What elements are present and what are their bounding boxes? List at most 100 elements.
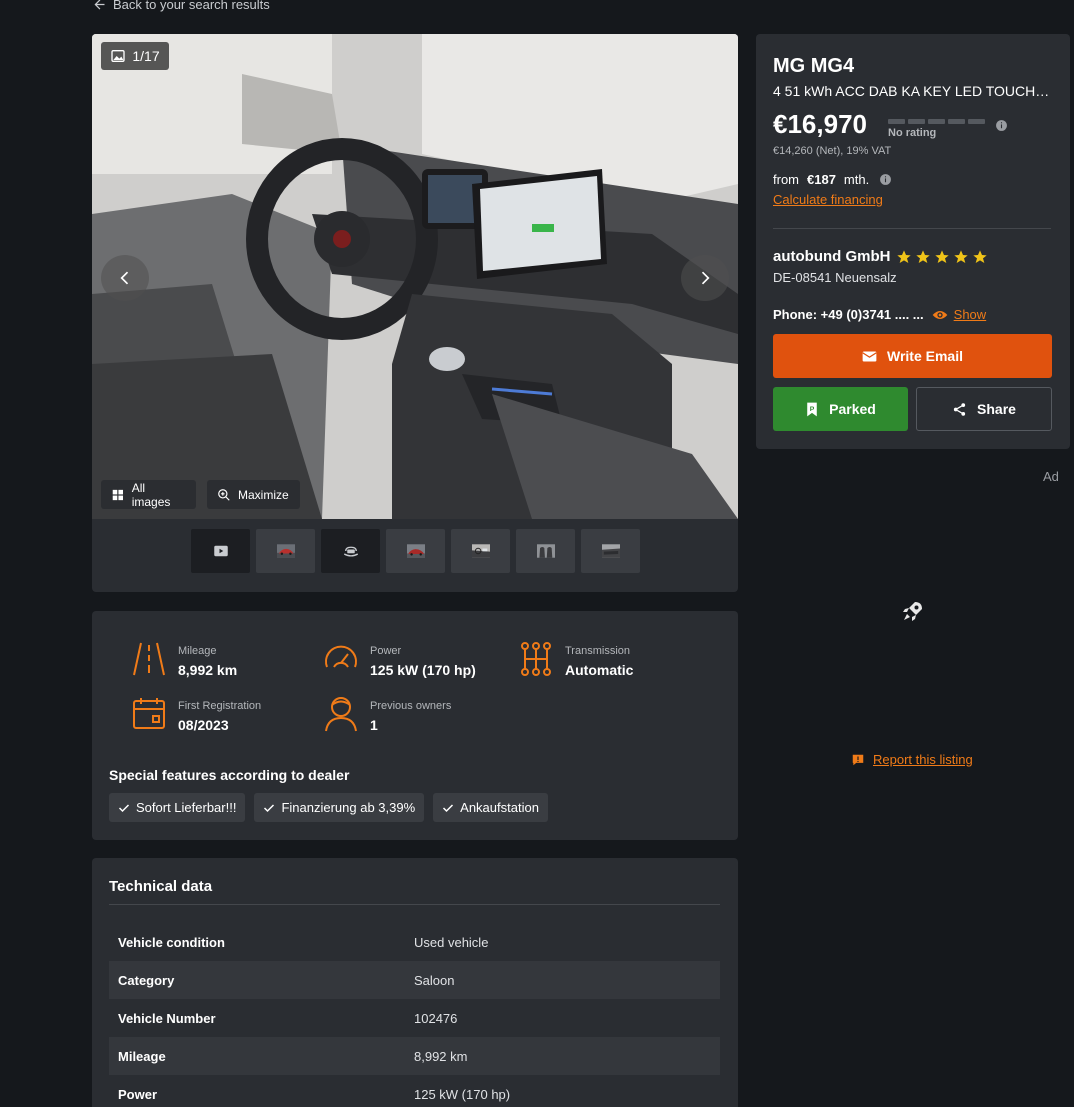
grid-icon	[112, 489, 124, 500]
all-images-button[interactable]: All images	[101, 480, 196, 509]
row-key: Power	[118, 1086, 158, 1102]
row-value: 125 kW (170 hp)	[414, 1086, 511, 1102]
thumbnail-exterior-side[interactable]	[386, 529, 445, 573]
feature-chip: Finanzierung ab 3,39%	[254, 793, 425, 822]
gearshift-icon	[521, 642, 551, 676]
row-key: Vehicle condition	[118, 934, 225, 950]
feature-chips: Sofort Lieferbar!!! Finanzierung ab 3,39…	[109, 793, 548, 822]
key-specs-panel: Mileage 8,992 km Power 125 kW (170 hp) Tra…	[92, 611, 738, 840]
feature-chip-label: Finanzierung ab 3,39%	[281, 800, 416, 815]
net-price: €14,260 (Net), 19% VAT	[773, 145, 892, 157]
price-rating-bar	[888, 119, 985, 124]
thumbnail-360-view[interactable]	[321, 529, 380, 573]
spec-label: Transmission	[565, 645, 630, 657]
eye-icon	[932, 310, 947, 319]
image-gallery: 1/17 All images Maximize	[92, 34, 738, 592]
back-to-results-link[interactable]: Back to your search results	[92, 0, 270, 12]
technical-data-panel: Technical data Vehicle condition Used veh…	[92, 858, 738, 1107]
write-email-button[interactable]: Write Email	[773, 334, 1052, 378]
image-icon	[111, 50, 126, 62]
parked-label: Parked	[829, 401, 876, 417]
thumbnail-video[interactable]	[191, 529, 250, 573]
thumbnail-image	[601, 544, 620, 558]
spec-label: Previous owners	[370, 700, 452, 712]
next-image-button[interactable]	[681, 255, 729, 301]
maximize-button[interactable]: Maximize	[207, 480, 300, 509]
chevron-left-icon	[120, 271, 129, 285]
rocket-icon	[903, 602, 922, 621]
row-value: Used vehicle	[414, 934, 489, 950]
spec-power: Power 125 kW (170 hp)	[324, 641, 476, 678]
spec-label: First Registration	[178, 700, 262, 712]
star-icon	[954, 249, 969, 263]
arrow-left-icon	[94, 0, 105, 10]
main-car-image[interactable]: 1/17 All images Maximize	[92, 34, 738, 519]
phone-number: Phone: +49 (0)3741 .... ...	[773, 307, 924, 322]
feature-chip: Ankaufstation	[433, 793, 548, 822]
svg-text:P: P	[810, 405, 815, 412]
finance-amount: €187	[807, 172, 836, 187]
star-icon	[916, 249, 931, 263]
spec-label: Power	[370, 645, 402, 657]
row-key: Vehicle Number	[118, 1010, 216, 1026]
calculate-financing-link[interactable]: Calculate financing	[773, 192, 883, 207]
spec-value: 125 kW (170 hp)	[370, 662, 476, 678]
finance-unit: mth.	[843, 172, 870, 187]
check-icon	[443, 803, 454, 812]
table-row: Mileage 8,992 km	[109, 1037, 720, 1075]
show-phone-link[interactable]: Show	[932, 307, 987, 322]
all-images-label: All images	[131, 480, 171, 509]
thumbnail-interior-rear[interactable]	[581, 529, 640, 573]
listing-title: MG MG4	[773, 55, 855, 77]
spec-mileage: Mileage 8,992 km	[132, 641, 237, 678]
envelope-icon	[862, 351, 877, 361]
maximize-label: Maximize	[238, 487, 289, 502]
thumbnail-image	[276, 544, 295, 558]
spec-previous-owners: Previous owners 1	[324, 696, 451, 733]
row-key: Mileage	[118, 1048, 166, 1064]
spec-value: 1	[370, 717, 378, 733]
thumbnail-image	[406, 544, 425, 558]
parked-button[interactable]: P Parked	[773, 387, 908, 431]
person-icon	[325, 697, 357, 732]
thumbnail-strip	[191, 529, 640, 573]
row-value: 8,992 km	[414, 1048, 468, 1064]
listing-subtitle: 4 51 kWh ACC DAB KA KEY LED TOUCH PDC	[773, 83, 1053, 99]
info-icon[interactable]	[879, 173, 892, 186]
report-flag-icon	[852, 754, 864, 765]
ad-label: Ad	[1043, 469, 1059, 484]
chevron-right-icon	[701, 271, 710, 285]
technical-data-title: Technical data	[109, 878, 213, 895]
previous-image-button[interactable]	[101, 255, 149, 301]
360-view-icon	[343, 546, 358, 557]
divider	[109, 904, 720, 905]
bookmark-icon: P	[807, 402, 817, 416]
row-value: 102476	[414, 1010, 458, 1026]
thumbnail-interior-dash[interactable]	[451, 529, 510, 573]
feature-chip: Sofort Lieferbar!!!	[109, 793, 246, 822]
report-listing-link[interactable]: Report this listing	[851, 752, 973, 767]
row-value: Saloon	[414, 972, 455, 988]
counter-text: 1/17	[132, 48, 160, 64]
finance-from: from	[773, 172, 799, 187]
show-label: Show	[953, 307, 987, 322]
road-icon	[133, 642, 165, 676]
info-icon[interactable]	[995, 119, 1008, 132]
listing-summary-panel: MG MG4 4 51 kWh ACC DAB KA KEY LED TOUCH…	[756, 34, 1070, 449]
spec-label: Mileage	[178, 645, 217, 657]
share-button[interactable]: Share	[916, 387, 1052, 431]
listing-price: €16,970	[773, 109, 867, 139]
zoom-in-icon	[218, 488, 230, 501]
table-row: Vehicle condition Used vehicle	[109, 923, 720, 961]
thumbnail-interior-seats[interactable]	[516, 529, 575, 573]
star-icon	[897, 249, 912, 263]
thumbnail-exterior-front[interactable]	[256, 529, 315, 573]
row-key: Category	[118, 972, 175, 988]
spec-transmission: Transmission Automatic	[519, 641, 633, 678]
star-icon	[935, 249, 950, 263]
dealer-name[interactable]: autobund GmbH	[773, 248, 890, 265]
spec-first-registration: First Registration 08/2023	[132, 696, 261, 733]
spec-value: 8,992 km	[178, 662, 238, 678]
table-row: Power 125 kW (170 hp)	[109, 1075, 720, 1107]
feature-chip-label: Sofort Lieferbar!!!	[136, 800, 237, 815]
